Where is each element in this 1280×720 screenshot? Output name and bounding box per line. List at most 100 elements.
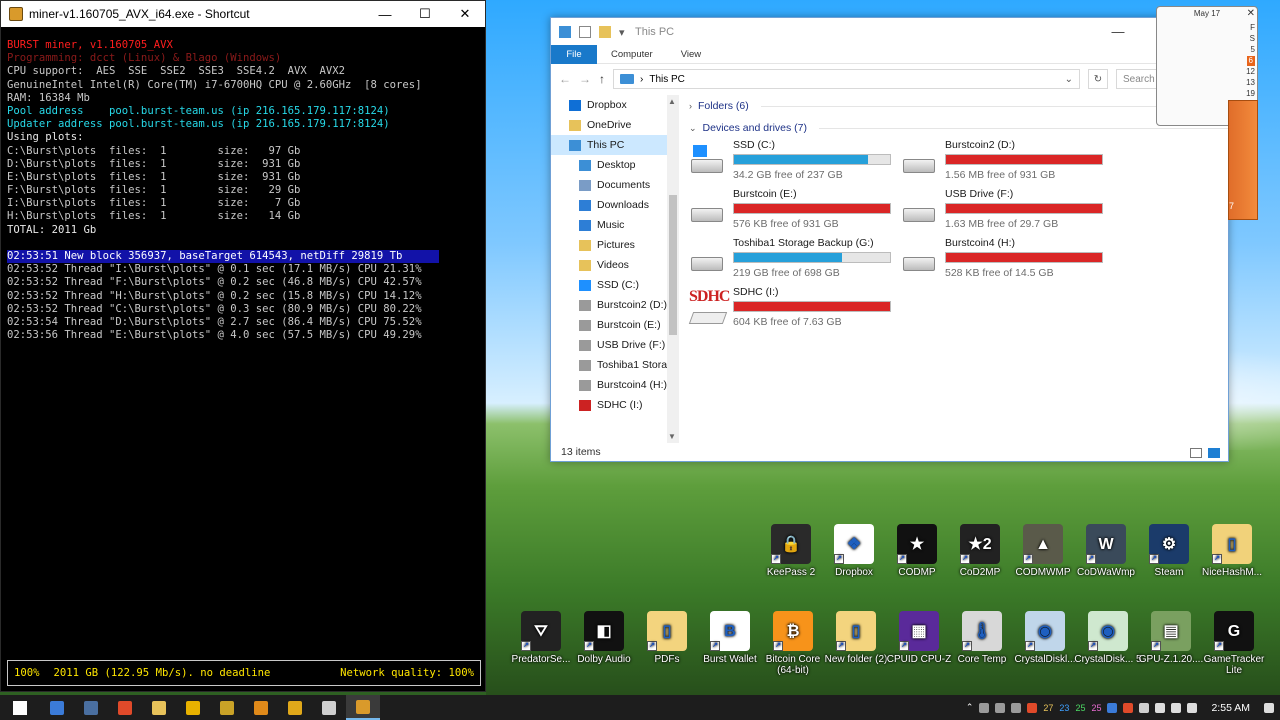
back-button[interactable]: ← [559, 72, 571, 86]
app-yellow-icon[interactable] [210, 695, 244, 720]
file-explorer-taskbar-icon[interactable] [142, 695, 176, 720]
nav-item[interactable]: OneDrive [551, 115, 679, 135]
tab-file[interactable]: File [551, 44, 597, 64]
desktop-shortcut[interactable]: ▯ ↗ NiceHashM... [1196, 524, 1268, 578]
tray-icon[interactable] [979, 702, 990, 713]
desktop-shortcut[interactable]: W ↗ CoDWaWmp [1070, 524, 1142, 578]
nav-item[interactable]: Toshiba1 Storage [551, 355, 679, 375]
nav-item[interactable]: Dropbox [551, 95, 679, 115]
calendar-day[interactable]: 5 [1251, 45, 1255, 55]
tray-temp-indicator[interactable]: 25 [1091, 703, 1101, 713]
nav-scrollbar[interactable]: ▲ ▼ [667, 95, 679, 443]
close-icon[interactable]: ✕ [1247, 8, 1255, 19]
app-orange-icon[interactable] [244, 695, 278, 720]
desktop-shortcut[interactable]: G ↗ GameTracker Lite [1198, 611, 1270, 676]
keyboard-icon[interactable] [1187, 702, 1198, 713]
desktop-shortcut[interactable]: ★2 ↗ CoD2MP [944, 524, 1016, 578]
tray-temp-indicator[interactable]: 25 [1075, 703, 1085, 713]
miner-console-window[interactable]: miner-v1.160705_AVX_i64.exe - Shortcut —… [0, 0, 486, 692]
console-title-bar[interactable]: miner-v1.160705_AVX_i64.exe - Shortcut —… [1, 1, 485, 27]
scroll-down-icon[interactable]: ▼ [668, 432, 676, 441]
breadcrumb[interactable]: This PC [649, 74, 685, 85]
close-button[interactable]: ✕ [445, 1, 485, 27]
refresh-button[interactable]: ↻ [1088, 69, 1108, 89]
calendar-day[interactable]: S [1250, 34, 1255, 44]
notifications-icon[interactable] [1264, 702, 1274, 713]
properties-icon[interactable] [579, 25, 591, 38]
maximize-button[interactable]: ☐ [405, 1, 445, 27]
desktop-shortcut[interactable]: ◧ ↗ Dolby Audio [568, 611, 640, 665]
tray-icon[interactable] [995, 702, 1006, 713]
desktop-shortcut[interactable]: ★ ↗ CODMP [881, 524, 953, 578]
desktop-shortcut[interactable]: ◉ ↗ CrystalDisk... 5 [1072, 611, 1144, 665]
chevron-down-icon[interactable]: ⌄ [1065, 74, 1073, 85]
nav-item[interactable]: SDHC (I:) [551, 395, 679, 415]
nav-item[interactable]: SSD (C:) [551, 275, 679, 295]
address-bar[interactable]: › This PC ⌄ [613, 69, 1080, 89]
details-view-icon[interactable] [1190, 448, 1202, 458]
app-red-icon[interactable] [108, 695, 142, 720]
minimize-button[interactable]: — [365, 1, 405, 27]
desktop-shortcut[interactable]: 🌡 ↗ Core Temp [946, 611, 1018, 665]
up-button[interactable]: ↑ [599, 72, 605, 86]
drive-tile[interactable]: Burstcoin2 (D:) 1.56 MB free of 931 GB [901, 139, 1111, 185]
tray-icon[interactable] [1011, 702, 1022, 713]
desktop-shortcut[interactable]: ▦ ↗ CPUID CPU-Z [883, 611, 955, 665]
desktop-shortcut[interactable]: ⚙ ↗ Steam [1133, 524, 1205, 578]
start-button[interactable] [0, 695, 40, 720]
desktop-shortcut[interactable]: ▯ ↗ PDFs [631, 611, 703, 665]
forward-button[interactable]: → [579, 72, 591, 86]
drive-tile[interactable]: SDHC SDHC (I:) 604 KB free of 7.63 GB [688, 286, 899, 332]
desktop-shortcut[interactable]: 🔒 ↗ KeePass 2 [755, 524, 827, 578]
app-orb-icon[interactable] [74, 695, 108, 720]
calendar-day[interactable]: F [1250, 23, 1255, 33]
tray-icon[interactable] [1123, 702, 1134, 713]
taskbar-clock[interactable]: 2:55 AM [1211, 702, 1250, 714]
gametracker-icon[interactable] [278, 695, 312, 720]
tab-view[interactable]: View [667, 49, 715, 60]
tray-up-arrow[interactable]: ⌃ [966, 702, 974, 713]
nav-item[interactable]: Burstcoin2 (D:) [551, 295, 679, 315]
explorer-title-bar[interactable]: ▾ This PC — ☐ ✕ [551, 18, 1228, 45]
nav-item[interactable]: Music [551, 215, 679, 235]
tiles-view-icon[interactable] [1208, 448, 1220, 458]
minimize-button[interactable]: — [1096, 24, 1140, 40]
desktop-shortcut[interactable]: ⛛ ↗ PredatorSe... [505, 611, 577, 665]
drive-tile[interactable]: Burstcoin (E:) 576 KB free of 931 GB [689, 188, 899, 234]
devices-group-header[interactable]: ⌄ Devices and drives (7) [689, 117, 1229, 139]
desktop-shortcut[interactable]: ◉ ↗ CrystalDiskl... [1009, 611, 1081, 665]
calendar-day[interactable]: 12 [1246, 67, 1255, 77]
wifi-icon[interactable] [1155, 702, 1166, 713]
folders-group-header[interactable]: › Folders (6) [689, 95, 1229, 117]
tray-temp-indicator[interactable]: 27 [1043, 703, 1053, 713]
volume-icon[interactable] [1171, 702, 1182, 713]
calculator-icon[interactable] [312, 695, 346, 720]
calendar-day[interactable]: 13 [1246, 78, 1255, 88]
nav-item[interactable]: This PC [551, 135, 679, 155]
drive-tile[interactable]: Burstcoin4 (H:) 528 KB free of 14.5 GB [901, 237, 1111, 283]
desktop-shortcut[interactable]: ▤ ↗ GPU-Z.1.20.... [1135, 611, 1207, 665]
nav-item[interactable]: Documents [551, 175, 679, 195]
desktop-shortcut[interactable]: ₿ ↗ Bitcoin Core (64-bit) [757, 611, 829, 676]
tray-temp-indicator[interactable]: 23 [1059, 703, 1069, 713]
nav-item[interactable]: Burstcoin4 (H:) [551, 375, 679, 395]
tray-icon[interactable] [1139, 702, 1150, 713]
app-blue-orb-icon[interactable] [40, 695, 74, 720]
explorer-window[interactable]: ▾ This PC — ☐ ✕ File Computer View ⌄ ? ←… [550, 17, 1229, 462]
nav-item[interactable]: Videos [551, 255, 679, 275]
drive-tile[interactable]: Toshiba1 Storage Backup (G:) 219 GB free … [689, 237, 899, 283]
tab-computer[interactable]: Computer [597, 49, 667, 60]
nav-item[interactable]: Pictures [551, 235, 679, 255]
desktop-shortcut[interactable]: B ↗ Burst Wallet [694, 611, 766, 665]
nav-item[interactable]: USB Drive (F:) [551, 335, 679, 355]
nav-item[interactable]: Downloads [551, 195, 679, 215]
tray-icon[interactable] [1107, 702, 1118, 713]
chrome-icon[interactable] [176, 695, 210, 720]
nav-item[interactable]: Desktop [551, 155, 679, 175]
nav-item[interactable]: Burstcoin (E:) [551, 315, 679, 335]
new-folder-icon[interactable] [599, 25, 611, 38]
scroll-up-icon[interactable]: ▲ [668, 97, 676, 106]
calendar-day[interactable]: 6 [1246, 56, 1255, 66]
desktop-shortcut[interactable]: ▲ ↗ CODMWMP [1007, 524, 1079, 578]
customize-qa-icon[interactable]: ▾ [619, 26, 625, 39]
